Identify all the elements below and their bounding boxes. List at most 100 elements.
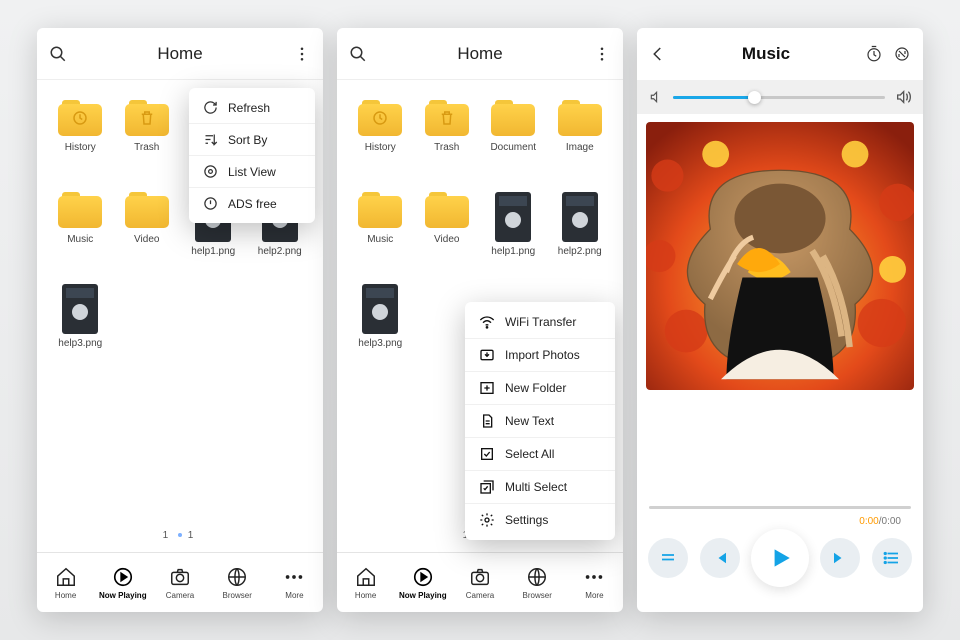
selectall-icon xyxy=(479,446,495,462)
folder-item[interactable]: Music xyxy=(347,192,414,278)
tab-label: Camera xyxy=(466,591,494,600)
tab-now-playing[interactable]: Now Playing xyxy=(94,553,151,612)
shuffle-button[interactable] xyxy=(648,538,688,578)
page-title: Music xyxy=(667,44,865,64)
prev-button[interactable] xyxy=(700,538,740,578)
menu-item-list-view[interactable]: List View xyxy=(189,155,315,187)
file-label: help1.png xyxy=(480,246,547,257)
folder-icon xyxy=(358,192,402,228)
file-label: History xyxy=(347,142,414,153)
file-label: Music xyxy=(347,234,414,245)
folder-icon xyxy=(58,100,102,136)
top-menu[interactable]: Refresh Sort By List View ADS free xyxy=(189,88,315,223)
folder-item[interactable]: History xyxy=(47,100,114,186)
tab-more[interactable]: More xyxy=(566,553,623,612)
next-button[interactable] xyxy=(820,538,860,578)
tab-label: Home xyxy=(55,591,76,600)
tab-camera[interactable]: Camera xyxy=(451,553,508,612)
tab-more[interactable]: More xyxy=(266,553,323,612)
folder-item[interactable]: Image xyxy=(547,100,614,186)
camera-icon xyxy=(469,566,491,588)
file-label: help2.png xyxy=(547,246,614,257)
tab-browser[interactable]: Browser xyxy=(209,553,266,612)
volume-slider[interactable] xyxy=(673,96,885,99)
image-item[interactable]: help1.png xyxy=(480,192,547,278)
menu-item-settings[interactable]: Settings xyxy=(465,503,615,536)
tab-home[interactable]: Home xyxy=(37,553,94,612)
volume-row xyxy=(637,80,923,114)
menu-item-multi-select[interactable]: Multi Select xyxy=(465,470,615,503)
volume-high-icon[interactable] xyxy=(895,89,911,105)
menu-item-ads-free[interactable]: ADS free xyxy=(189,187,315,219)
tab-label: Browser xyxy=(223,591,252,600)
menu-label: Sort By xyxy=(228,133,267,147)
menu-item-select-all[interactable]: Select All xyxy=(465,437,615,470)
menu-label: Multi Select xyxy=(505,480,567,494)
scrub-bar[interactable]: 0:00/0:00 xyxy=(637,506,923,528)
image-item[interactable]: help2.png xyxy=(547,192,614,278)
pager: 1 1 xyxy=(37,530,323,552)
tab-label: Now Playing xyxy=(399,591,447,600)
thumbnail xyxy=(62,284,98,334)
folder-item[interactable]: Video xyxy=(114,192,181,278)
file-label: Trash xyxy=(414,142,481,153)
menu-item-new-text[interactable]: New Text xyxy=(465,404,615,437)
kebab-icon[interactable] xyxy=(593,45,611,63)
tab-label: Home xyxy=(355,591,376,600)
folder-item[interactable]: Trash xyxy=(114,100,181,186)
playlist-button[interactable] xyxy=(872,538,912,578)
folder-icon xyxy=(558,100,602,136)
menu-item-import-photos[interactable]: Import Photos xyxy=(465,338,615,371)
more-icon xyxy=(283,566,305,588)
image-item[interactable]: help3.png xyxy=(47,284,114,370)
menu-item-wifi-transfer[interactable]: WiFi Transfer xyxy=(465,306,615,338)
phone-music: Music xyxy=(637,28,923,612)
search-icon[interactable] xyxy=(49,45,67,63)
folder-icon xyxy=(425,100,469,136)
file-label: Video xyxy=(414,234,481,245)
menu-label: Import Photos xyxy=(505,348,580,362)
player-controls xyxy=(637,528,923,612)
menu-item-new-folder[interactable]: New Folder xyxy=(465,371,615,404)
menu-label: ADS free xyxy=(228,197,277,211)
file-label: help2.png xyxy=(247,246,314,257)
listview-icon xyxy=(203,164,218,179)
menu-item-sort-by[interactable]: Sort By xyxy=(189,123,315,155)
timer-icon[interactable] xyxy=(865,45,883,63)
kebab-icon[interactable] xyxy=(293,45,311,63)
folder-item[interactable]: Trash xyxy=(414,100,481,186)
folder-icon xyxy=(125,100,169,136)
file-label: help3.png xyxy=(347,338,414,349)
sort-icon xyxy=(203,132,218,147)
repeat-icon[interactable] xyxy=(893,45,911,63)
tabbar: Home Now Playing Camera Browser More xyxy=(37,552,323,612)
pager-left: 1 xyxy=(163,530,173,541)
back-icon[interactable] xyxy=(649,45,667,63)
play-button[interactable] xyxy=(751,529,809,587)
next-icon xyxy=(831,549,849,567)
refresh-icon xyxy=(203,100,218,115)
folder-item[interactable]: Document xyxy=(480,100,547,186)
folder-item[interactable]: Music xyxy=(47,192,114,278)
time-label: 0:00/0:00 xyxy=(859,516,901,527)
tab-home[interactable]: Home xyxy=(337,553,394,612)
play-icon xyxy=(767,545,793,571)
page-title: Home xyxy=(67,44,293,64)
multiselect-icon xyxy=(479,479,495,495)
tab-now-playing[interactable]: Now Playing xyxy=(394,553,451,612)
tab-label: More xyxy=(285,591,303,600)
search-icon[interactable] xyxy=(349,45,367,63)
image-item[interactable]: help3.png xyxy=(347,284,414,370)
tab-camera[interactable]: Camera xyxy=(151,553,208,612)
menu-item-refresh[interactable]: Refresh xyxy=(189,92,315,123)
action-menu[interactable]: WiFi Transfer Import Photos New Folder N… xyxy=(465,302,615,540)
volume-low-icon[interactable] xyxy=(649,90,663,104)
folder-item[interactable]: History xyxy=(347,100,414,186)
menu-label: List View xyxy=(228,165,276,179)
play-circle-icon xyxy=(112,566,134,588)
home-icon xyxy=(355,566,377,588)
shuffle-icon xyxy=(659,549,677,567)
folder-item[interactable]: Video xyxy=(414,192,481,278)
tab-browser[interactable]: Browser xyxy=(509,553,566,612)
play-circle-icon xyxy=(412,566,434,588)
